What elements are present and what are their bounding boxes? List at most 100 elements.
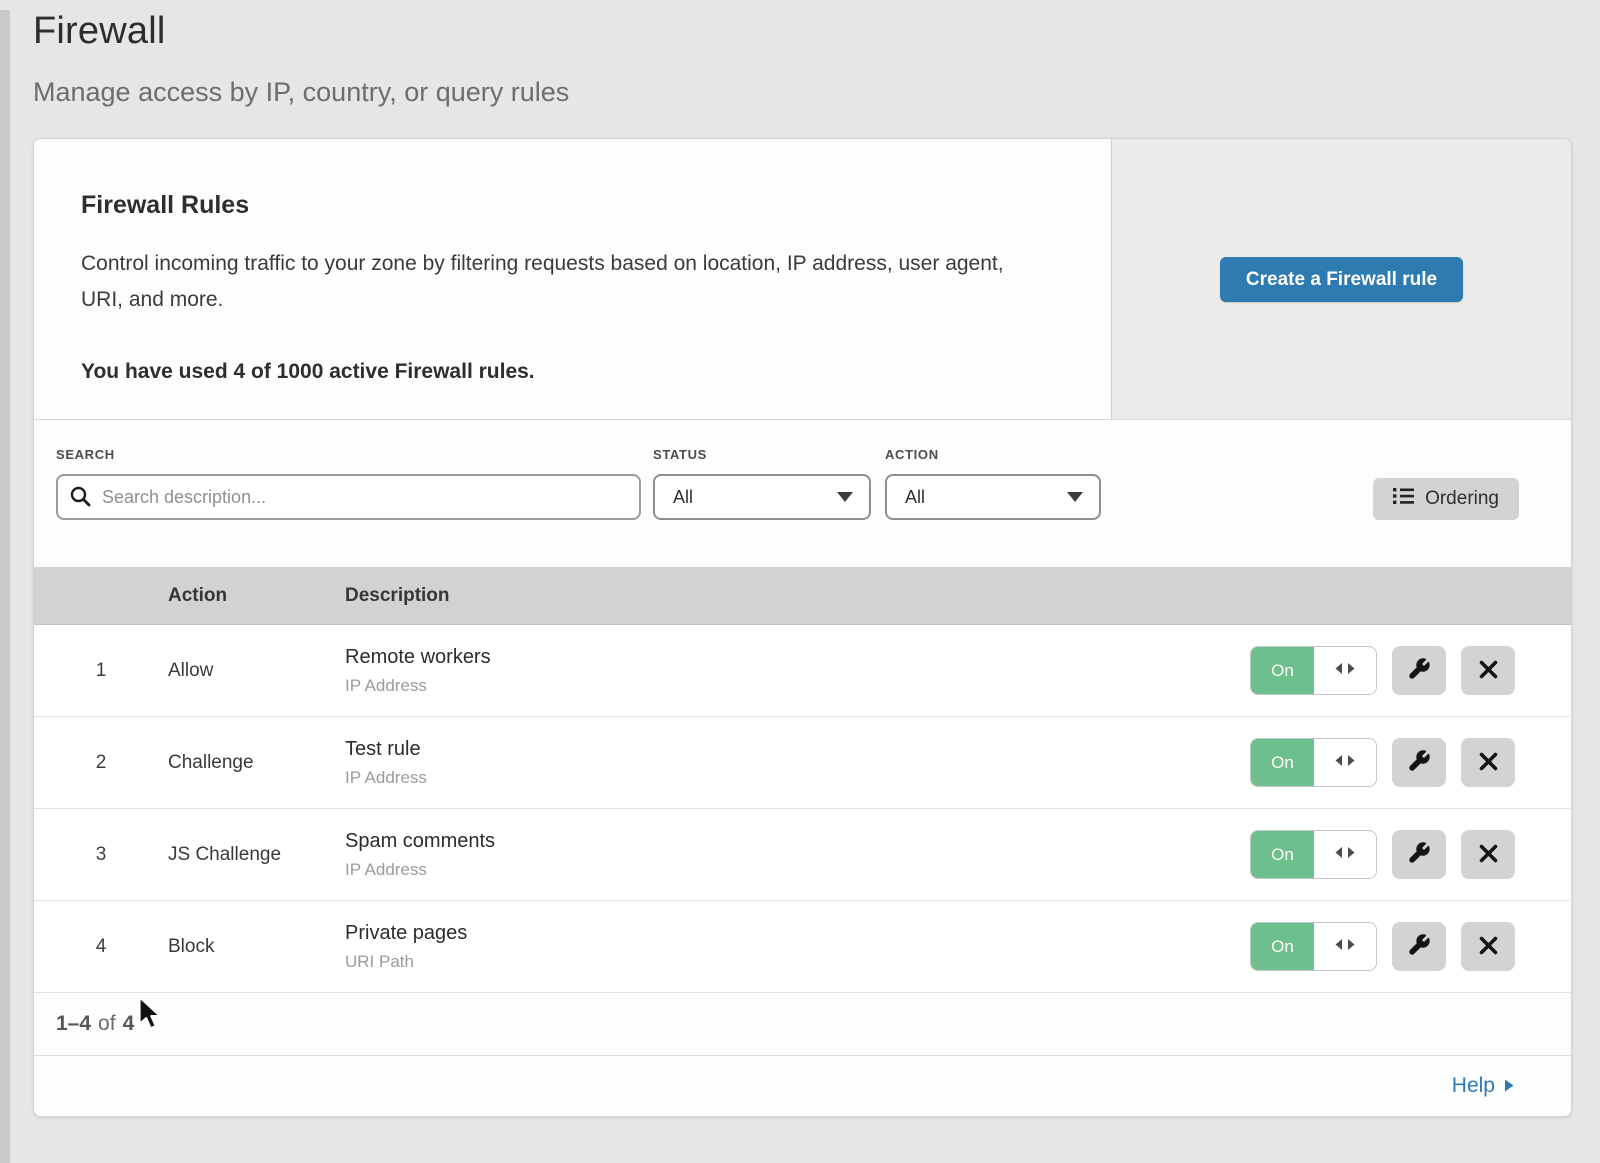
card-footer: Help [34, 1056, 1571, 1116]
edit-rule-button[interactable] [1392, 830, 1446, 879]
rule-priority: 4 [34, 936, 168, 958]
cta-panel: Create a Firewall rule [1111, 139, 1571, 419]
rule-description-cell: Private pages URI Path [345, 922, 1249, 972]
x-icon [1479, 752, 1498, 774]
card-top-section: Firewall Rules Control incoming traffic … [34, 139, 1571, 420]
toggle-arrows-icon [1333, 662, 1357, 680]
action-filter-group: ACTION All [885, 447, 1101, 520]
pagination-range: 1–4 [56, 1012, 91, 1036]
info-section: Firewall Rules Control incoming traffic … [34, 139, 1111, 419]
rule-controls: On [1249, 922, 1571, 971]
search-icon [69, 485, 92, 513]
status-filter-group: STATUS All [653, 447, 871, 520]
mouse-pointer-icon [137, 996, 163, 1035]
usage-note: You have used 4 of 1000 active Firewall … [81, 360, 1051, 384]
wrench-icon [1407, 749, 1431, 776]
rule-action: Block [168, 936, 345, 958]
wrench-icon [1407, 841, 1431, 868]
search-label: SEARCH [56, 447, 641, 462]
rule-enabled-toggle[interactable]: On [1250, 646, 1377, 695]
toggle-handle[interactable] [1314, 647, 1376, 694]
rule-enabled-toggle[interactable]: On [1250, 830, 1377, 879]
page-subtitle: Manage access by IP, country, or query r… [33, 77, 1572, 108]
action-select[interactable]: All [885, 474, 1101, 520]
rule-priority: 2 [34, 752, 168, 774]
wrench-icon [1407, 657, 1431, 684]
toggle-handle[interactable] [1314, 831, 1376, 878]
toggle-on-segment[interactable]: On [1251, 647, 1314, 694]
status-label: STATUS [653, 447, 871, 462]
rule-description: Test rule [345, 738, 1249, 761]
triangle-right-icon [1504, 1074, 1514, 1098]
x-icon [1479, 844, 1498, 866]
x-icon [1479, 936, 1498, 958]
toggle-arrows-icon [1333, 846, 1357, 864]
rule-priority: 3 [34, 844, 168, 866]
rule-action: Challenge [168, 752, 345, 774]
edit-rule-button[interactable] [1392, 646, 1446, 695]
rule-description-cell: Remote workers IP Address [345, 646, 1249, 696]
rule-field: IP Address [345, 768, 1249, 788]
status-select-value: All [673, 487, 693, 508]
toggle-arrows-icon [1333, 938, 1357, 956]
rule-enabled-toggle[interactable]: On [1250, 738, 1377, 787]
action-select-value: All [905, 487, 925, 508]
help-link-label: Help [1452, 1074, 1495, 1098]
action-caret-down-icon [1067, 492, 1083, 502]
rule-priority: 1 [34, 660, 168, 682]
toggle-handle[interactable] [1314, 923, 1376, 970]
ordering-button-label: Ordering [1425, 488, 1499, 510]
firewall-page: Firewall Manage access by IP, country, o… [0, 0, 1600, 1117]
pagination-total: 4 [123, 1012, 135, 1036]
delete-rule-button[interactable] [1461, 646, 1515, 695]
delete-rule-button[interactable] [1461, 922, 1515, 971]
rule-description: Remote workers [345, 646, 1249, 669]
toggle-on-segment[interactable]: On [1251, 923, 1314, 970]
rule-description-cell: Spam comments IP Address [345, 830, 1249, 880]
help-link[interactable]: Help [1452, 1074, 1514, 1098]
rule-controls: On [1249, 646, 1571, 695]
info-heading: Firewall Rules [81, 191, 1051, 220]
toggle-arrows-icon [1333, 754, 1357, 772]
rule-enabled-toggle[interactable]: On [1250, 922, 1377, 971]
rule-field: IP Address [345, 860, 1249, 880]
firewall-rules-card: Firewall Rules Control incoming traffic … [33, 138, 1572, 1117]
search-filter-group: SEARCH [56, 447, 641, 520]
delete-rule-button[interactable] [1461, 830, 1515, 879]
status-select[interactable]: All [653, 474, 871, 520]
filters-bar: SEARCH STATUS All ACTION All [34, 420, 1571, 567]
rule-field: URI Path [345, 952, 1249, 972]
x-icon [1479, 660, 1498, 682]
table-row: 4 Block Private pages URI Path On [34, 901, 1571, 993]
ordering-list-icon [1393, 487, 1414, 511]
delete-rule-button[interactable] [1461, 738, 1515, 787]
toggle-handle[interactable] [1314, 739, 1376, 786]
table-row: 3 JS Challenge Spam comments IP Address … [34, 809, 1571, 901]
pagination-of-label: of [98, 1012, 116, 1036]
search-input-wrap [56, 474, 641, 520]
rule-controls: On [1249, 738, 1571, 787]
search-input[interactable] [56, 474, 641, 520]
create-firewall-rule-button[interactable]: Create a Firewall rule [1220, 257, 1463, 302]
wrench-icon [1407, 933, 1431, 960]
table-row: 2 Challenge Test rule IP Address On [34, 717, 1571, 809]
table-header-row: Action Description [34, 567, 1571, 625]
rule-description: Private pages [345, 922, 1249, 945]
action-column-header: Action [168, 585, 345, 607]
rule-field: IP Address [345, 676, 1249, 696]
status-caret-down-icon [837, 492, 853, 502]
page-title: Firewall [33, 10, 1572, 53]
description-column-header: Description [345, 585, 1249, 607]
rule-action: JS Challenge [168, 844, 345, 866]
toggle-on-segment[interactable]: On [1251, 831, 1314, 878]
action-label: ACTION [885, 447, 1101, 462]
edit-rule-button[interactable] [1392, 738, 1446, 787]
pagination: 1–4 of 4 [34, 993, 1571, 1056]
edit-rule-button[interactable] [1392, 922, 1446, 971]
ordering-button[interactable]: Ordering [1373, 478, 1519, 520]
rule-controls: On [1249, 830, 1571, 879]
rule-action: Allow [168, 660, 345, 682]
toggle-on-segment[interactable]: On [1251, 739, 1314, 786]
rule-description: Spam comments [345, 830, 1249, 853]
rule-description-cell: Test rule IP Address [345, 738, 1249, 788]
